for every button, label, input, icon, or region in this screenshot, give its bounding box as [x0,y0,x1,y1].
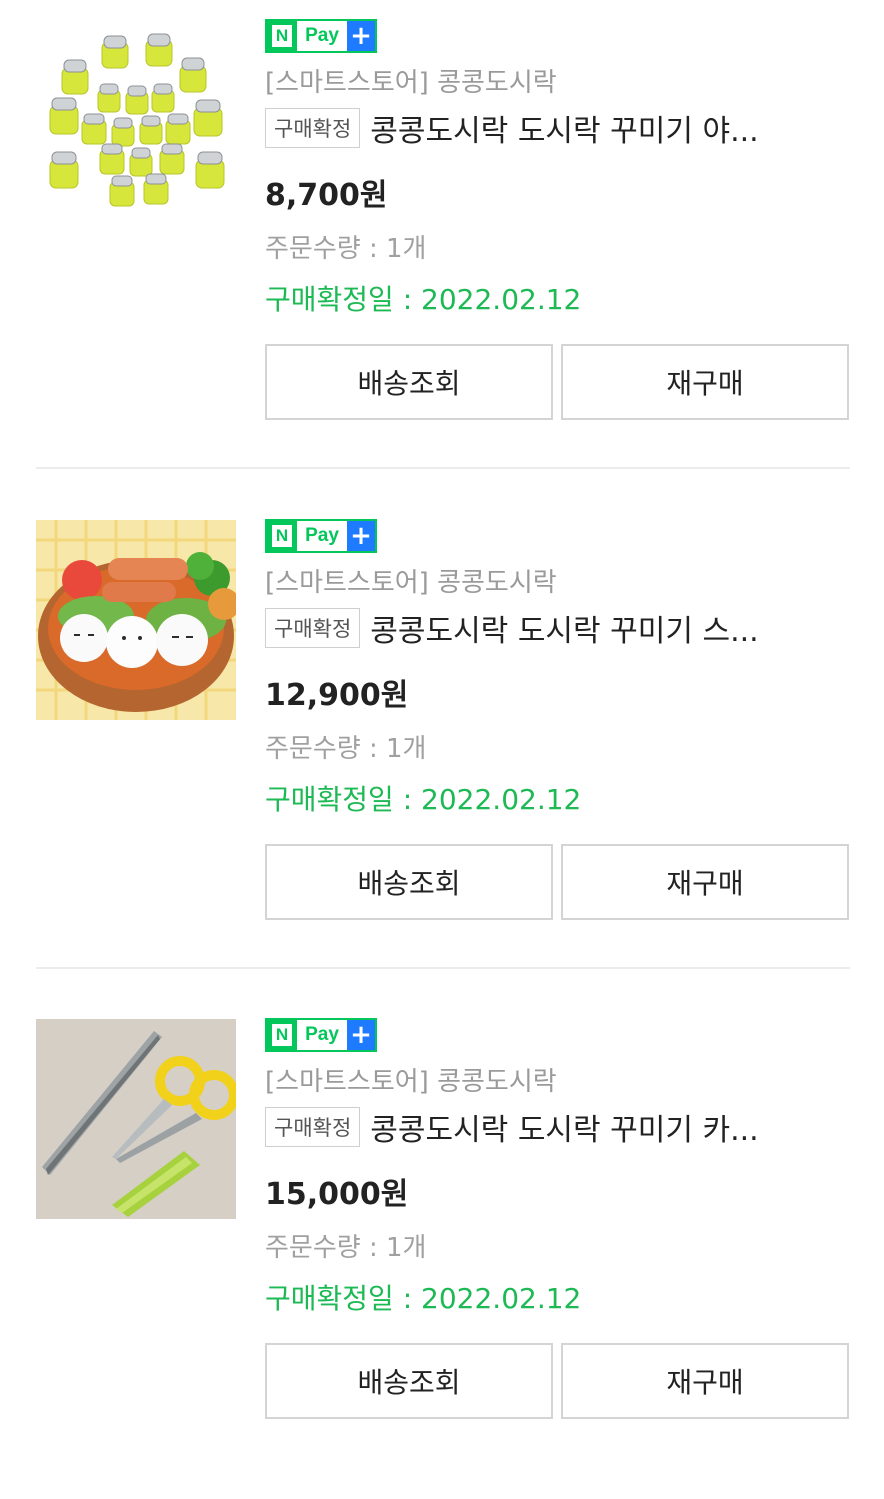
track-delivery-button[interactable]: 배송조회 [265,344,553,420]
bento-box-photo-icon [36,520,236,720]
npay-pay-label: Pay [297,521,347,551]
confirm-date-row: 구매확정일 : 2022.02.12 [265,1277,581,1317]
naver-n-icon: N [267,21,297,51]
confirm-date-row: 구매확정일 : 2022.02.12 [265,778,581,818]
quantity-value: 1개 [385,734,427,764]
product-image[interactable] [36,20,236,220]
divider [36,967,850,969]
store-name[interactable]: [스마트스토어] 콩콩도시락 [265,62,557,99]
title-row[interactable]: 구매확정 콩콩도시락 도시락 꾸미기 카... [265,1105,850,1149]
plus-icon: + [347,1020,375,1050]
plus-icon: + [347,521,375,551]
confirm-separator: : [393,1282,422,1315]
status-tag: 구매확정 [265,608,361,648]
confirm-separator: : [393,783,422,816]
divider [36,467,850,469]
npay-plus-badge: N Pay + [265,19,377,53]
product-image[interactable] [36,1019,236,1219]
order-item: N Pay + [스마트스토어] 콩콩도시락 구매확정 콩콩도시락 도시락 꾸미… [0,500,884,1000]
product-title[interactable]: 콩콩도시락 도시락 꾸미기 야... [370,106,850,150]
store-name[interactable]: [스마트스토어] 콩콩도시락 [265,1061,557,1098]
confirm-label: 구매확정일 [265,283,394,316]
product-image[interactable] [36,520,236,720]
npay-plus-badge: N Pay + [265,1018,377,1052]
price: 15,000원 [265,1177,409,1212]
plus-icon: + [347,21,375,51]
confirm-separator: : [393,283,422,316]
naver-n-icon: N [267,1020,297,1050]
npay-pay-label: Pay [297,21,347,51]
reorder-button[interactable]: 재구매 [561,344,849,420]
confirm-date: 2022.02.12 [421,783,582,816]
quantity-separator: : [360,234,386,264]
price: 12,900원 [265,678,409,713]
status-tag: 구매확정 [265,108,361,148]
title-row[interactable]: 구매확정 콩콩도시락 도시락 꾸미기 야... [265,106,850,150]
product-title[interactable]: 콩콩도시락 도시락 꾸미기 스... [370,606,850,650]
quantity-row: 주문수량 : 1개 [265,1227,426,1264]
order-list: N Pay + [스마트스토어] 콩콩도시락 구매확정 콩콩도시락 도시락 꾸미… [0,0,884,1440]
store-name[interactable]: [스마트스토어] 콩콩도시락 [265,562,557,599]
price: 8,700원 [265,178,388,213]
quantity-label: 주문수량 [265,734,361,764]
confirm-label: 구매확정일 [265,1282,394,1315]
quantity-row: 주문수량 : 1개 [265,728,426,765]
naver-n-icon: N [267,521,297,551]
tweezers-scissors-photo-icon [36,1019,236,1219]
order-item: N Pay + [스마트스토어] 콩콩도시락 구매확정 콩콩도시락 도시락 꾸미… [0,0,884,500]
reorder-button[interactable]: 재구매 [561,1343,849,1419]
confirm-date: 2022.02.12 [421,283,582,316]
order-item: N Pay + [스마트스토어] 콩콩도시락 구매확정 콩콩도시락 도시락 꾸미… [0,999,884,1499]
confirm-date: 2022.02.12 [421,1282,582,1315]
confirm-label: 구매확정일 [265,783,394,816]
npay-pay-label: Pay [297,1020,347,1050]
quantity-value: 1개 [385,1233,427,1263]
quantity-label: 주문수량 [265,234,361,264]
quantity-value: 1개 [385,234,427,264]
title-row[interactable]: 구매확정 콩콩도시락 도시락 꾸미기 스... [265,606,850,650]
quantity-label: 주문수량 [265,1233,361,1263]
status-tag: 구매확정 [265,1107,361,1147]
npay-plus-badge: N Pay + [265,519,377,553]
track-delivery-button[interactable]: 배송조회 [265,844,553,920]
vegetable-cutter-set-photo-icon [36,20,236,220]
product-title[interactable]: 콩콩도시락 도시락 꾸미기 카... [370,1105,850,1149]
reorder-button[interactable]: 재구매 [561,844,849,920]
quantity-row: 주문수량 : 1개 [265,228,426,265]
track-delivery-button[interactable]: 배송조회 [265,1343,553,1419]
confirm-date-row: 구매확정일 : 2022.02.12 [265,278,581,318]
quantity-separator: : [360,1233,386,1263]
quantity-separator: : [360,734,386,764]
